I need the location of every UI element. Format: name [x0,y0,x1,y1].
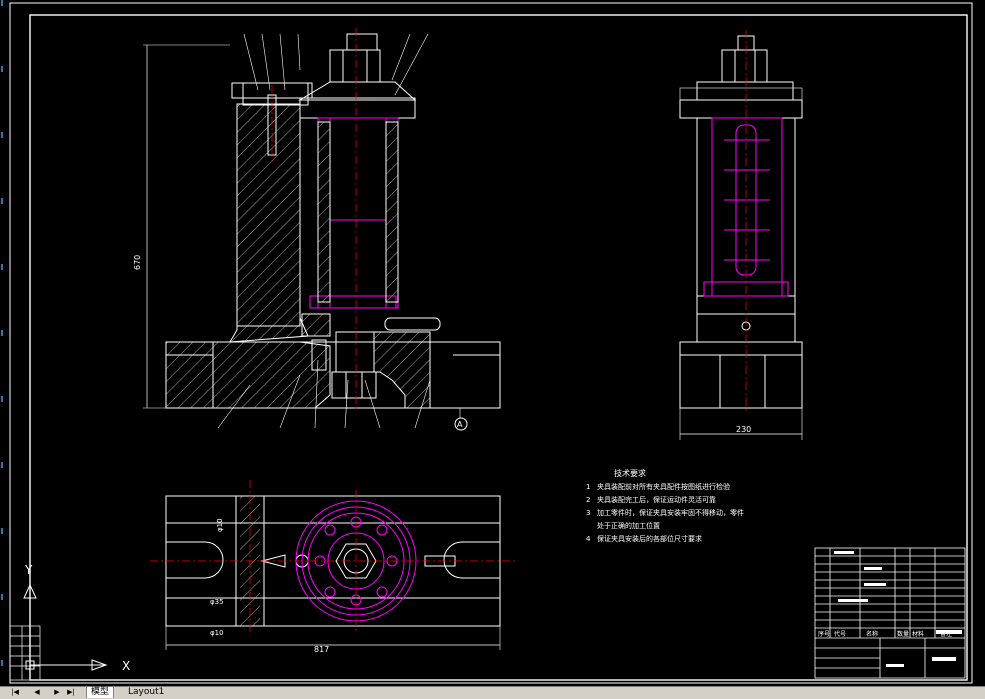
prev-tab-icon[interactable]: ◀ [32,688,42,697]
title-block-col-2: 代号 [834,630,846,638]
plan-dim-1: φ10 [216,518,224,532]
dim-height-label: 670 [133,255,142,270]
technical-requirements: 技术要求 1 夹具装配前对所有夹具配件按图纸进行检验 2 夹具装配完工后，保证运… [586,468,744,543]
tech-req-num-3: 3 [586,509,590,517]
section-marker-label: A [457,420,463,429]
drawing-frame [9,2,973,684]
next-tab-icon[interactable]: ▶ [52,688,62,697]
last-tab-icon[interactable]: ▶| [66,688,76,697]
revision-table [9,625,41,681]
tab-model[interactable]: 模型 [86,687,115,698]
tech-req-text-3: 加工零件时，保证夹具安装牢固不得移动，零件 [597,508,744,517]
dim-plan-width-label: 817 [314,645,329,654]
tab-model-label: 模型 [91,687,110,697]
title-block-col-5: 材料 [912,630,924,638]
title-block-header: 序号 代号 名称 数量 材料 备注 [818,630,952,638]
ucs-icon[interactable] [23,583,108,671]
title-block-col-6: 备注 [940,630,952,638]
title-block-col-1: 序号 [818,630,830,638]
tech-req-text-2: 夹具装配完工后，保证运动件灵活可靠 [597,495,716,504]
plan-dim-2: φ35 [210,598,224,606]
ucs-y-label: Y [24,563,33,577]
first-tab-icon[interactable]: |◀ [10,688,20,697]
title-block-col-3: 名称 [866,630,878,638]
layout-tab-bar: |◀ ◀ ▶ ▶| 模型 Layout1 [0,686,985,699]
plan-center-lines [150,480,515,636]
tab-layout1-label: Layout1 [128,687,165,697]
front-section-view [143,33,501,429]
tech-req-text-3b: 处于正确的加工位置 [597,521,660,530]
plan-dim-3: φ10 [210,629,224,637]
tab-layout1[interactable]: Layout1 [124,687,168,698]
ucs-x-label: X [122,659,130,673]
tech-req-num-1: 1 [586,483,590,491]
tech-req-num-4: 4 [586,535,591,543]
tech-req-title: 技术要求 [614,468,646,478]
tech-req-text-4: 保证夹具安装后的各部位尺寸要求 [597,534,702,543]
dim-side-width-label: 230 [736,425,751,434]
tech-req-num-2: 2 [586,496,590,504]
title-block-fills [834,551,962,667]
tech-req-text-1: 夹具装配前对所有夹具配件按图纸进行检验 [597,482,730,491]
drawing-canvas[interactable]: 670 A 230 φ10 φ35 φ10 817 技术要求 1 夹具装配前对所… [0,0,985,686]
side-view [679,35,803,440]
title-block-col-4: 数量 [897,630,909,638]
